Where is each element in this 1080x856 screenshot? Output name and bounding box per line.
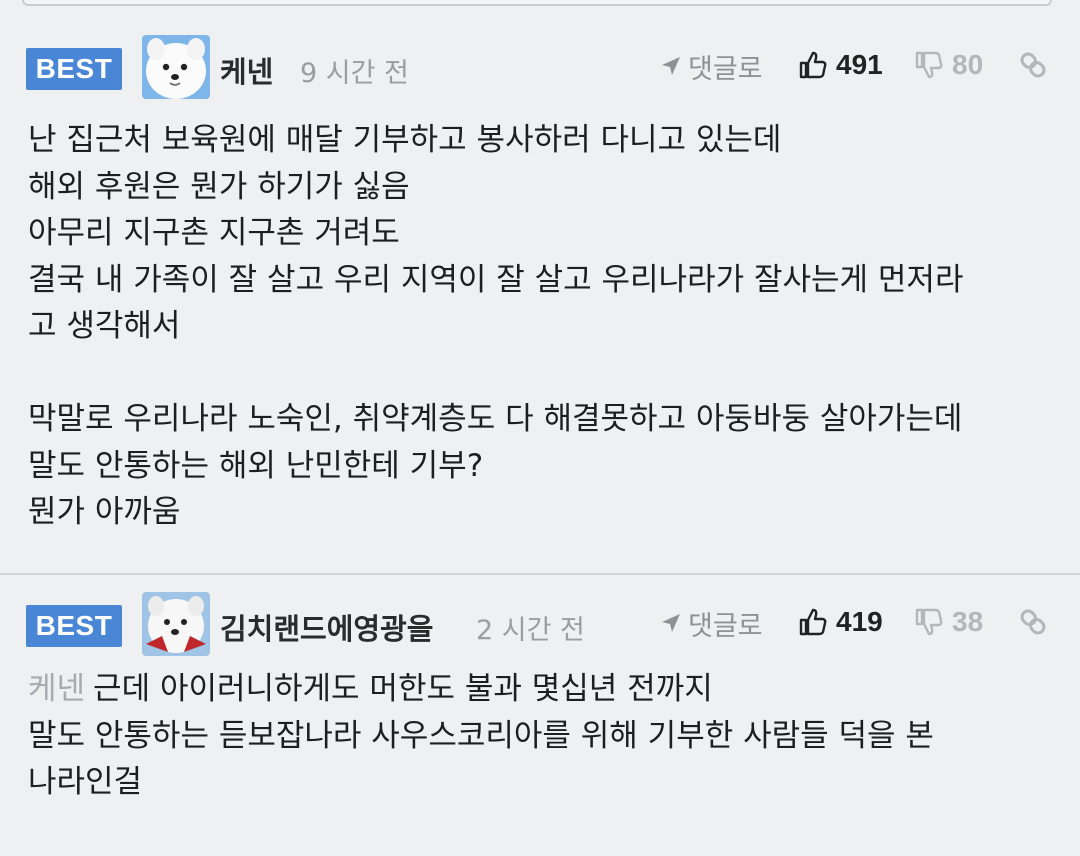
comment-line: 해외 후원은 뭔가 하기가 싫음: [28, 168, 410, 205]
comment-header: BEST 김치랜드에영광을 2 시간 전 댓글로 419 38: [0, 587, 1080, 656]
comment-line-text: 근데 아이러니하게도 머한도 불과 몇십년 전까지: [93, 671, 713, 707]
comment-line: 아무리 지구촌 지구촌 거려도: [28, 215, 400, 251]
thumbs-up-icon: [799, 608, 827, 636]
comment-line: 말도 안통하는 해외 난민한테 기부?: [28, 447, 484, 484]
previous-card-edge: [22, 0, 1052, 6]
comment-item: BEST 김치랜드에영광을 2 시간 전 댓글로 419 38 케넨 근데 아이…: [0, 575, 1080, 856]
comment-line: 나라인걸: [28, 764, 143, 800]
comment-header: BEST 케넨 9 시간 전 댓글로 491 80: [0, 30, 1080, 99]
best-badge: BEST: [26, 48, 122, 90]
comment-line: 고 생각해서: [28, 308, 181, 344]
comment-line: 난 집근처 보육원에 매달 기부하고 봉사하러 다니고 있는데: [28, 122, 782, 158]
comment-line: 결국 내 가족이 잘 살고 우리 지역이 잘 살고 우리나라가 잘사는게 먼저라: [28, 261, 964, 298]
link-icon: [1020, 52, 1046, 78]
like-button[interactable]: 419: [798, 605, 883, 639]
avatar[interactable]: [142, 592, 210, 656]
reply-label: 댓글로: [688, 610, 763, 642]
arrow-pointer-icon: [662, 57, 680, 75]
link-button[interactable]: [1016, 605, 1050, 639]
comment-line: [28, 350, 963, 397]
mention-link[interactable]: 케넨: [28, 671, 85, 707]
comment-line: 말도 안통하는 듣보잡나라 사우스코리아를 위해 기부한 사람들 덕을 본: [28, 717, 934, 754]
username[interactable]: 김치랜드에영광을: [220, 606, 433, 648]
like-count: 491: [836, 49, 883, 80]
reply-button[interactable]: 댓글로: [660, 50, 763, 85]
reply-label: 댓글로: [688, 53, 763, 85]
avatar[interactable]: [142, 35, 210, 99]
like-button[interactable]: 491: [798, 48, 883, 82]
comment-item: BEST 케넨 9 시간 전 댓글로 491 80 난 집근처 보육원에 매달 …: [0, 18, 1080, 573]
dislike-button[interactable]: 80: [914, 48, 983, 82]
comment-line: 막말로 우리나라 노숙인, 취약계층도 다 해결못하고 아둥바둥 살아가는데: [28, 401, 963, 437]
comment-body: 난 집근처 보육원에 매달 기부하고 봉사하러 다니고 있는데 해외 후원은 뭔…: [28, 117, 963, 536]
like-count: 419: [836, 606, 883, 637]
comment-body: 케넨 근데 아이러니하게도 머한도 불과 몇십년 전까지 말도 안통하는 듣보잡나…: [28, 666, 934, 806]
arrow-pointer-icon: [662, 614, 680, 632]
dislike-button[interactable]: 38: [914, 605, 983, 639]
dislike-count: 80: [952, 49, 984, 80]
timestamp: 2 시간 전: [476, 615, 585, 646]
thumbs-down-icon: [915, 608, 943, 636]
reply-button[interactable]: 댓글로: [660, 607, 763, 642]
link-icon: [1020, 609, 1046, 635]
comment-list: BEST 케넨 9 시간 전 댓글로 491 80 난 집근처 보육원에 매달 …: [0, 0, 1080, 856]
link-button[interactable]: [1016, 48, 1050, 82]
comment-line: 뭔가 아까움: [28, 494, 181, 530]
username[interactable]: 케넨: [220, 49, 273, 91]
thumbs-up-icon: [799, 51, 827, 79]
dislike-count: 38: [952, 606, 984, 637]
timestamp: 9 시간 전: [300, 58, 409, 89]
best-badge: BEST: [26, 605, 122, 647]
thumbs-down-icon: [915, 51, 943, 79]
comment-line: 케넨 근데 아이러니하게도 머한도 불과 몇십년 전까지: [28, 666, 934, 713]
